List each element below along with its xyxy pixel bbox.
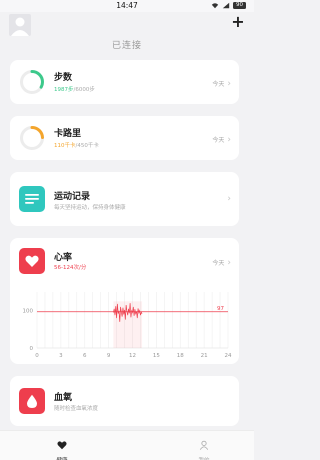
person-icon: [11, 17, 29, 36]
calories-readout: 110千卡/450千卡: [54, 141, 99, 149]
calories-date-label: 今天: [212, 137, 225, 144]
chevron-right-icon: ›: [227, 257, 231, 268]
person-icon: [199, 440, 209, 450]
heart-rate-range: 56-124次/分: [54, 265, 87, 271]
signal-icon: [222, 2, 230, 9]
calories-title: 卡路里: [54, 129, 82, 139]
x-tick-label: 21: [201, 353, 208, 359]
calories-goal: /450千卡: [75, 143, 99, 149]
heart-icon: [25, 255, 39, 267]
blood-oxygen-card[interactable]: 血氧 随时检查血氧浓度: [10, 376, 239, 426]
nav-mine-tab[interactable]: 我的: [174, 435, 234, 460]
heart-rate-date-label: 今天: [212, 260, 225, 267]
heart-rate-icon-box: [19, 248, 45, 274]
y-tick-label: 100: [23, 309, 34, 315]
heart-rate-chart: 0 3 6 9 12 15 18 21 24 0 100 97: [23, 292, 232, 359]
calories-value: 110千卡: [54, 143, 76, 149]
x-tick-label: 9: [107, 353, 111, 359]
x-tick-label: 0: [35, 353, 39, 359]
battery-icon: 90: [233, 2, 246, 9]
steps-readout: 1987步/6000步: [54, 85, 95, 93]
header: + 已连接: [0, 12, 254, 58]
steps-progress-ring: [20, 70, 44, 94]
list-icon: [25, 194, 39, 204]
connection-status: 已连接: [111, 41, 142, 51]
y-tick-label: 0: [30, 346, 34, 352]
x-tick-label: 3: [59, 353, 63, 359]
steps-card[interactable]: 步数 1987步/6000步 今天 ›: [10, 60, 239, 104]
status-bar: 14:47 90: [0, 0, 254, 12]
status-icons: 90: [211, 2, 246, 9]
steps-date: 今天 ›: [212, 79, 231, 88]
steps-value: 1987步: [54, 87, 74, 93]
steps-date-label: 今天: [212, 81, 225, 88]
calories-date: 今天 ›: [212, 135, 231, 144]
blood-oxygen-icon-box: [19, 388, 45, 414]
heart-rate-title: 心率: [54, 253, 73, 263]
exercise-subtitle: 每天坚持运动，保持身体健康: [54, 205, 126, 211]
heart-rate-card[interactable]: 心率 56-124次/分 今天 › 0 3 6 9 12 15 18 21 24 0 100 97: [10, 238, 239, 364]
bottom-nav: 健康 我的: [0, 430, 254, 460]
x-tick-label: 12: [129, 353, 136, 359]
avatar[interactable]: [9, 14, 31, 36]
blood-oxygen-title: 血氧: [54, 393, 73, 403]
chevron-right-icon: ›: [227, 78, 231, 89]
chevron-right-icon: ›: [227, 194, 231, 204]
x-tick-label: 24: [225, 353, 232, 359]
heart-rate-date: 今天 ›: [212, 258, 231, 267]
nav-health-tab[interactable]: 健康: [32, 435, 92, 460]
steps-goal: /6000步: [73, 87, 95, 93]
add-device-button[interactable]: +: [231, 14, 245, 30]
calories-progress-ring: [20, 126, 44, 150]
x-tick-label: 15: [153, 353, 160, 359]
wifi-icon: [211, 3, 219, 9]
steps-title: 步数: [54, 73, 73, 83]
exercise-icon-box: [19, 186, 45, 212]
heart-icon: [57, 441, 67, 450]
x-tick-label: 18: [177, 353, 184, 359]
heart-rate-series: [113, 301, 143, 348]
chevron-right-icon: ›: [227, 134, 231, 145]
nav-health-label: 健康: [32, 456, 92, 460]
nav-mine-label: 我的: [174, 456, 234, 460]
reference-label: 97: [217, 306, 224, 312]
blood-oxygen-subtitle: 随时检查血氧浓度: [54, 406, 99, 412]
exercise-chevron: ›: [227, 194, 231, 204]
x-tick-label: 6: [83, 353, 87, 359]
calories-card[interactable]: 卡路里 110千卡/450千卡 今天 ›: [10, 116, 239, 160]
drop-icon: [27, 394, 37, 408]
exercise-title: 运动记录: [54, 192, 91, 202]
exercise-record-card[interactable]: 运动记录 每天坚持运动，保持身体健康 ›: [10, 172, 239, 226]
